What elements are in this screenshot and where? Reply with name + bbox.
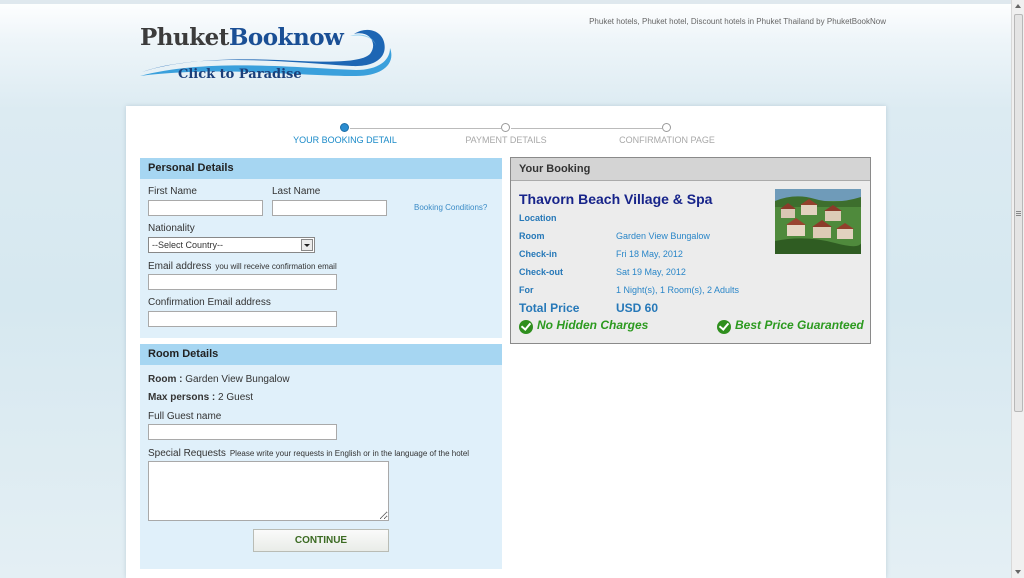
grip-icon <box>1016 211 1021 212</box>
email-hint: you will receive confirmation email <box>215 262 337 271</box>
checkin-label: Check-in <box>519 249 558 259</box>
confirm-email-label: Confirmation Email address <box>148 297 271 308</box>
step-connector <box>511 128 662 129</box>
nationality-label: Nationality <box>148 223 195 234</box>
max-persons-info: Max persons : 2 Guest <box>148 392 254 403</box>
guest-name-label: Full Guest name <box>148 411 222 422</box>
step-1-dot <box>340 123 349 132</box>
seo-tagline: Phuket hotels, Phuket hotel, Discount ho… <box>589 17 886 26</box>
personal-details-panel: First Name Last Name Booking Conditions?… <box>140 179 502 338</box>
email-input[interactable] <box>148 274 337 290</box>
scrollbar-thumb[interactable] <box>1014 14 1023 412</box>
checkout-label: Check-out <box>519 267 564 277</box>
for-value: 1 Night(s), 1 Room(s), 2 Adults <box>616 285 740 295</box>
step-1-label: YOUR BOOKING DETAIL <box>293 135 397 145</box>
email-label: Email address you will receive confirmati… <box>148 261 337 272</box>
your-booking-panel: Your Booking Thavorn Beach Village & Spa… <box>510 157 871 344</box>
step-3-label: CONFIRMATION PAGE <box>619 135 715 145</box>
last-name-input[interactable] <box>272 200 387 216</box>
logo-wordmark: PhuketBooknow <box>140 24 344 51</box>
room-details-header: Room Details <box>140 344 502 365</box>
check-icon <box>519 320 533 334</box>
hotel-photo <box>775 189 861 254</box>
room-details-panel: Room : Garden View Bungalow Max persons … <box>140 365 502 569</box>
your-booking-header: Your Booking <box>511 158 870 181</box>
step-connector <box>350 128 501 129</box>
total-price-value: USD 60 <box>616 301 659 315</box>
chevron-down-icon <box>301 239 313 251</box>
special-requests-textarea[interactable] <box>148 461 389 521</box>
room-value: Garden View Bungalow <box>616 231 710 241</box>
special-requests-label: Special Requests Please write your reques… <box>148 448 470 459</box>
booking-card: YOUR BOOKING DETAIL PAYMENT DETAILS CONF… <box>126 106 886 578</box>
site-logo[interactable]: PhuketBooknow Click to Paradise <box>138 22 398 88</box>
top-border <box>0 0 1012 4</box>
step-2-label: PAYMENT DETAILS <box>465 135 547 145</box>
nationality-select[interactable]: --Select Country-- <box>148 237 315 253</box>
scroll-down-icon[interactable] <box>1015 570 1021 574</box>
first-name-label: First Name <box>148 186 197 197</box>
first-name-input[interactable] <box>148 200 263 216</box>
vertical-scrollbar[interactable] <box>1011 0 1024 578</box>
special-requests-hint: Please write your requests in English or… <box>229 449 470 458</box>
checkout-value: Sat 19 May, 2012 <box>616 267 686 277</box>
continue-button[interactable]: CONTINUE <box>253 529 389 552</box>
personal-details-header: Personal Details <box>140 158 502 179</box>
total-price-label: Total Price <box>519 301 580 315</box>
no-hidden-charges-badge: No Hidden Charges <box>537 318 649 332</box>
last-name-label: Last Name <box>272 186 321 197</box>
checkin-value: Fri 18 May, 2012 <box>616 249 683 259</box>
guest-name-input[interactable] <box>148 424 337 440</box>
room-info: Room : Garden View Bungalow <box>148 374 290 385</box>
room-label: Room <box>519 231 545 241</box>
nationality-selected-value: --Select Country-- <box>152 240 224 250</box>
confirm-email-input[interactable] <box>148 311 337 327</box>
logo-tagline: Click to Paradise <box>178 67 302 82</box>
check-icon <box>717 320 731 334</box>
booking-conditions-link[interactable]: Booking Conditions? <box>414 203 487 212</box>
for-label: For <box>519 285 534 295</box>
location-label: Location <box>519 213 557 223</box>
step-2-dot <box>501 123 510 132</box>
scroll-up-icon[interactable] <box>1015 4 1021 8</box>
step-3-dot <box>662 123 671 132</box>
best-price-badge: Best Price Guaranteed <box>735 318 864 332</box>
hotel-name[interactable]: Thavorn Beach Village & Spa <box>519 191 712 207</box>
